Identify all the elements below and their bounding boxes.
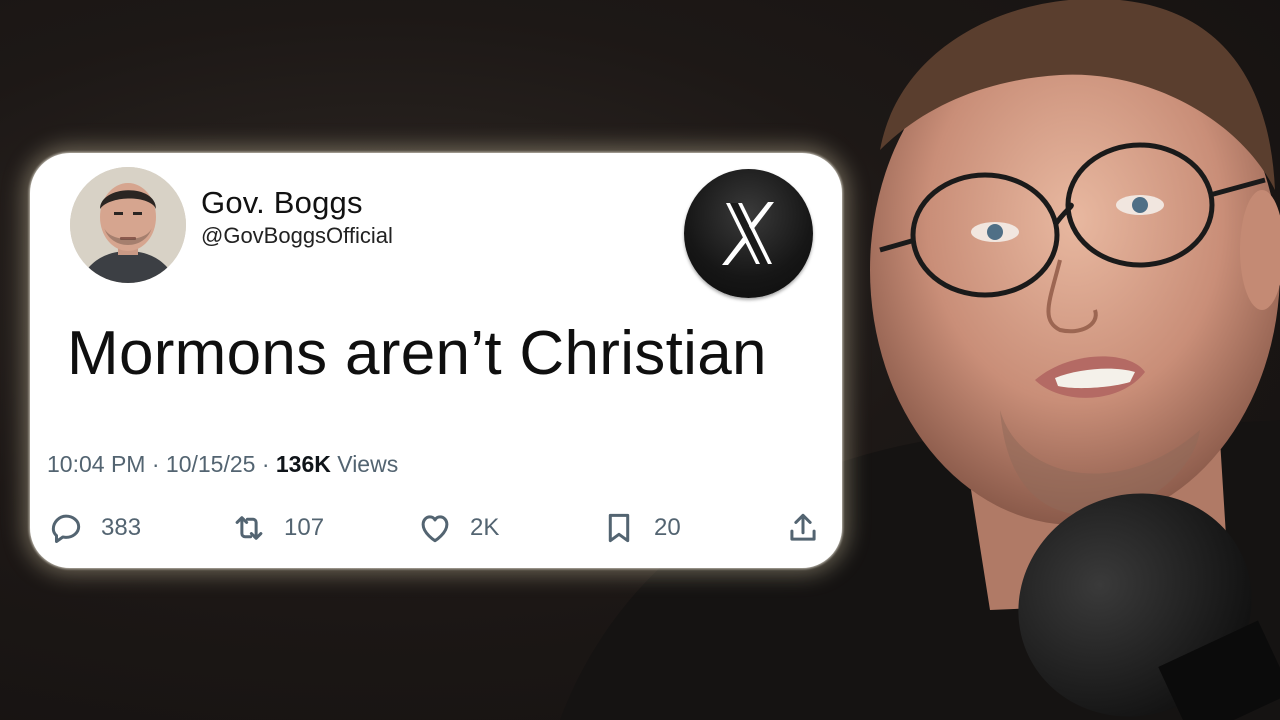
- reply-count: 383: [101, 514, 142, 541]
- author-name[interactable]: Gov. Boggs: [201, 185, 363, 221]
- share-button[interactable]: [784, 503, 822, 553]
- views-count[interactable]: 136K: [276, 451, 331, 477]
- reply-button[interactable]: 383: [47, 503, 141, 553]
- reply-icon: [51, 514, 81, 543]
- meta-separator: ·: [261, 451, 270, 477]
- avatar-portrait: [70, 167, 186, 283]
- bookmark-icon: [608, 513, 630, 543]
- author-handle[interactable]: @GovBoggsOfficial: [201, 223, 393, 249]
- tweet-meta: 10:04 PM · 10/15/25 · 136K Views: [47, 451, 398, 478]
- repost-button[interactable]: 107: [230, 503, 324, 553]
- meta-separator: ·: [151, 451, 160, 477]
- tweet-time[interactable]: 10:04 PM: [47, 451, 145, 477]
- views-label: Views: [337, 451, 399, 477]
- tweet-card: Gov. Boggs @GovBoggsOfficial Mormons are…: [30, 153, 842, 568]
- like-button[interactable]: 2K: [416, 503, 499, 553]
- repost-count: 107: [284, 514, 325, 541]
- repost-icon: [235, 516, 263, 540]
- tweet-date[interactable]: 10/15/25: [166, 451, 256, 477]
- x-logo-icon: [684, 169, 813, 298]
- tweet-text: Mormons aren’t Christian: [67, 319, 767, 388]
- share-icon: [790, 513, 816, 541]
- heart-icon: [421, 515, 449, 543]
- tweet-actions: 383 107 2K 20: [30, 503, 842, 553]
- bookmark-button[interactable]: 20: [600, 503, 681, 553]
- bookmark-count: 20: [654, 514, 681, 541]
- like-count: 2K: [470, 514, 500, 541]
- avatar[interactable]: [70, 167, 186, 283]
